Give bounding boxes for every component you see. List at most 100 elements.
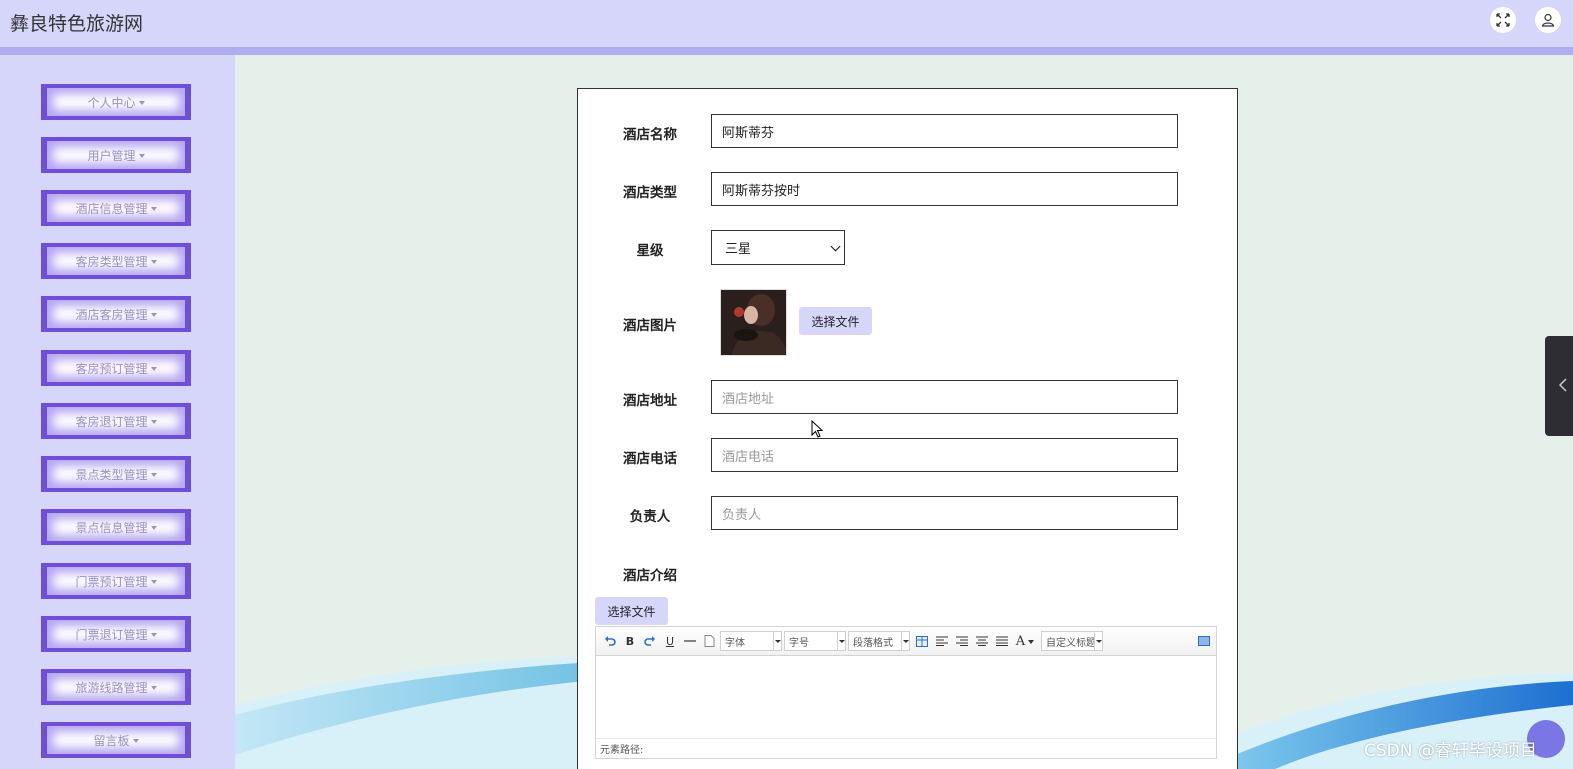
chevron-down-icon xyxy=(1094,632,1102,650)
underline-button[interactable]: U xyxy=(662,633,678,649)
hotel-phone-label: 酒店电话 xyxy=(623,451,677,467)
sidebar-item-label: 旅游线路管理 xyxy=(75,680,148,695)
sidebar-item-personal-center[interactable]: 个人中心 xyxy=(41,84,191,120)
sidebar-item-label: 客房预订管理 xyxy=(75,361,148,376)
sidebar-item-travel-routes[interactable]: 旅游线路管理 xyxy=(41,669,191,705)
sidebar-item-hotel-rooms[interactable]: 酒店客房管理 xyxy=(41,296,191,332)
fullscreen-button[interactable] xyxy=(1490,7,1516,33)
caret-down-icon xyxy=(150,579,157,584)
sidebar-item-room-cancel[interactable]: 客房退订管理 xyxy=(41,403,191,439)
custom-title-label: 自定义标题 xyxy=(1046,637,1094,649)
sidebar-item-label: 酒店信息管理 xyxy=(75,201,148,216)
caret-down-icon xyxy=(150,525,157,530)
hotel-image-thumbnail xyxy=(720,289,787,356)
fullscreen-editor-icon[interactable] xyxy=(1196,633,1212,649)
sidebar-item-label: 个人中心 xyxy=(87,95,136,110)
caret-down-icon xyxy=(150,366,157,371)
sidebar-item-ticket-booking[interactable]: 门票预订管理 xyxy=(41,563,191,599)
app-header: 彝良特色旅游网 xyxy=(0,0,1573,47)
hotel-image-choose-file-button[interactable]: 选择文件 xyxy=(799,307,872,335)
font-color-glyph: A xyxy=(1015,633,1026,649)
hotel-image-label: 酒店图片 xyxy=(623,318,677,334)
manager-label: 负责人 xyxy=(629,509,671,525)
undo-icon[interactable] xyxy=(602,633,618,649)
sidebar-item-scenic-type[interactable]: 景点类型管理 xyxy=(41,456,191,492)
caret-down-icon xyxy=(150,685,157,690)
chevron-down-icon xyxy=(837,632,845,650)
chevron-down-icon xyxy=(901,632,909,650)
table-icon[interactable] xyxy=(914,633,930,649)
expand-icon xyxy=(1496,13,1510,27)
bold-button[interactable]: B xyxy=(622,633,638,649)
sidebar-item-label: 留言板 xyxy=(93,733,130,748)
user-menu-button[interactable] xyxy=(1535,7,1561,33)
star-label: 星级 xyxy=(636,243,664,259)
horizontal-rule-icon[interactable] xyxy=(682,633,698,649)
caret-down-icon xyxy=(138,153,145,158)
star-select[interactable]: 三星 xyxy=(711,230,845,265)
editor-status-bar: 元素路径: xyxy=(596,738,1216,758)
sidebar-item-label: 酒店客房管理 xyxy=(75,307,148,322)
align-left-icon[interactable] xyxy=(934,633,950,649)
paragraph-format-select[interactable]: 段落格式 xyxy=(848,631,910,651)
sidebar-item-message-board[interactable]: 留言板 xyxy=(41,722,191,758)
font-family-select[interactable]: 字体 xyxy=(720,631,782,651)
watermark: CSDN @睿轩毕设项目 xyxy=(1364,741,1537,761)
hotel-phone-input[interactable]: 酒店电话 xyxy=(711,438,1178,472)
hotel-type-input[interactable]: 阿斯蒂芬按时 xyxy=(711,172,1178,206)
caret-down-icon xyxy=(150,419,157,424)
app-title: 彝良特色旅游网 xyxy=(10,13,144,35)
caret-down-icon xyxy=(150,472,157,477)
sidebar-item-label: 景点信息管理 xyxy=(75,520,148,535)
align-center-icon[interactable] xyxy=(974,633,990,649)
align-justify-icon[interactable] xyxy=(994,633,1010,649)
chevron-down-icon xyxy=(773,632,781,650)
mouse-cursor-icon xyxy=(811,420,823,438)
caret-down-icon xyxy=(150,632,157,637)
sidebar-item-hotel-info[interactable]: 酒店信息管理 xyxy=(41,190,191,226)
hotel-form-card: 酒店名称 阿斯蒂芬 酒店类型 阿斯蒂芬按时 星级 三星 酒店图片 选择文件 酒店… xyxy=(577,88,1238,769)
editor-content-area[interactable] xyxy=(596,656,1216,738)
align-right-icon[interactable] xyxy=(954,633,970,649)
user-icon xyxy=(1541,13,1555,27)
caret-down-icon xyxy=(150,206,157,211)
sidebar-item-room-type[interactable]: 客房类型管理 xyxy=(41,243,191,279)
hotel-address-label: 酒店地址 xyxy=(623,393,677,409)
font-size-select[interactable]: 字号 xyxy=(784,631,846,651)
custom-title-select[interactable]: 自定义标题 xyxy=(1041,631,1103,651)
hotel-name-label: 酒店名称 xyxy=(623,127,677,143)
sidebar-item-label: 客房类型管理 xyxy=(75,254,148,269)
font-color-button[interactable]: A xyxy=(1014,633,1036,649)
intro-choose-file-button[interactable]: 选择文件 xyxy=(595,597,668,625)
hotel-name-input[interactable]: 阿斯蒂芬 xyxy=(711,114,1178,148)
sidebar-item-room-booking[interactable]: 客房预订管理 xyxy=(41,350,191,386)
font-size-label: 字号 xyxy=(789,637,809,649)
side-panel-toggle[interactable] xyxy=(1545,336,1573,436)
redo-icon[interactable] xyxy=(642,633,658,649)
star-select-value: 三星 xyxy=(725,242,752,257)
document-icon[interactable] xyxy=(701,633,717,649)
sidebar-item-user-management[interactable]: 用户管理 xyxy=(41,137,191,173)
font-family-label: 字体 xyxy=(725,637,745,649)
sidebar-item-label: 景点类型管理 xyxy=(75,467,148,482)
sidebar-item-label: 用户管理 xyxy=(87,148,136,163)
caret-down-icon xyxy=(132,738,139,743)
sidebar-item-label: 门票预订管理 xyxy=(75,574,148,589)
hotel-address-input[interactable]: 酒店地址 xyxy=(711,380,1178,414)
caret-down-icon xyxy=(138,100,145,105)
sidebar-item-label: 客房退订管理 xyxy=(75,414,148,429)
rich-text-editor: B U 字体 字号 段落格式 A 自定义标题 元素路径: xyxy=(595,626,1217,759)
caret-down-icon xyxy=(150,259,157,264)
sidebar-item-ticket-cancel[interactable]: 门票退订管理 xyxy=(41,616,191,652)
header-divider xyxy=(0,47,1573,55)
caret-down-icon xyxy=(150,312,157,317)
manager-input[interactable]: 负责人 xyxy=(711,496,1178,530)
caret-down-icon xyxy=(1028,639,1035,644)
chevron-left-icon xyxy=(1559,378,1567,392)
hotel-type-label: 酒店类型 xyxy=(623,185,677,201)
paragraph-format-label: 段落格式 xyxy=(853,637,893,649)
editor-toolbar: B U 字体 字号 段落格式 A 自定义标题 xyxy=(596,627,1216,656)
sidebar-item-label: 门票退订管理 xyxy=(75,627,148,642)
hotel-intro-label: 酒店介绍 xyxy=(623,568,677,584)
sidebar-item-scenic-info[interactable]: 景点信息管理 xyxy=(41,509,191,545)
